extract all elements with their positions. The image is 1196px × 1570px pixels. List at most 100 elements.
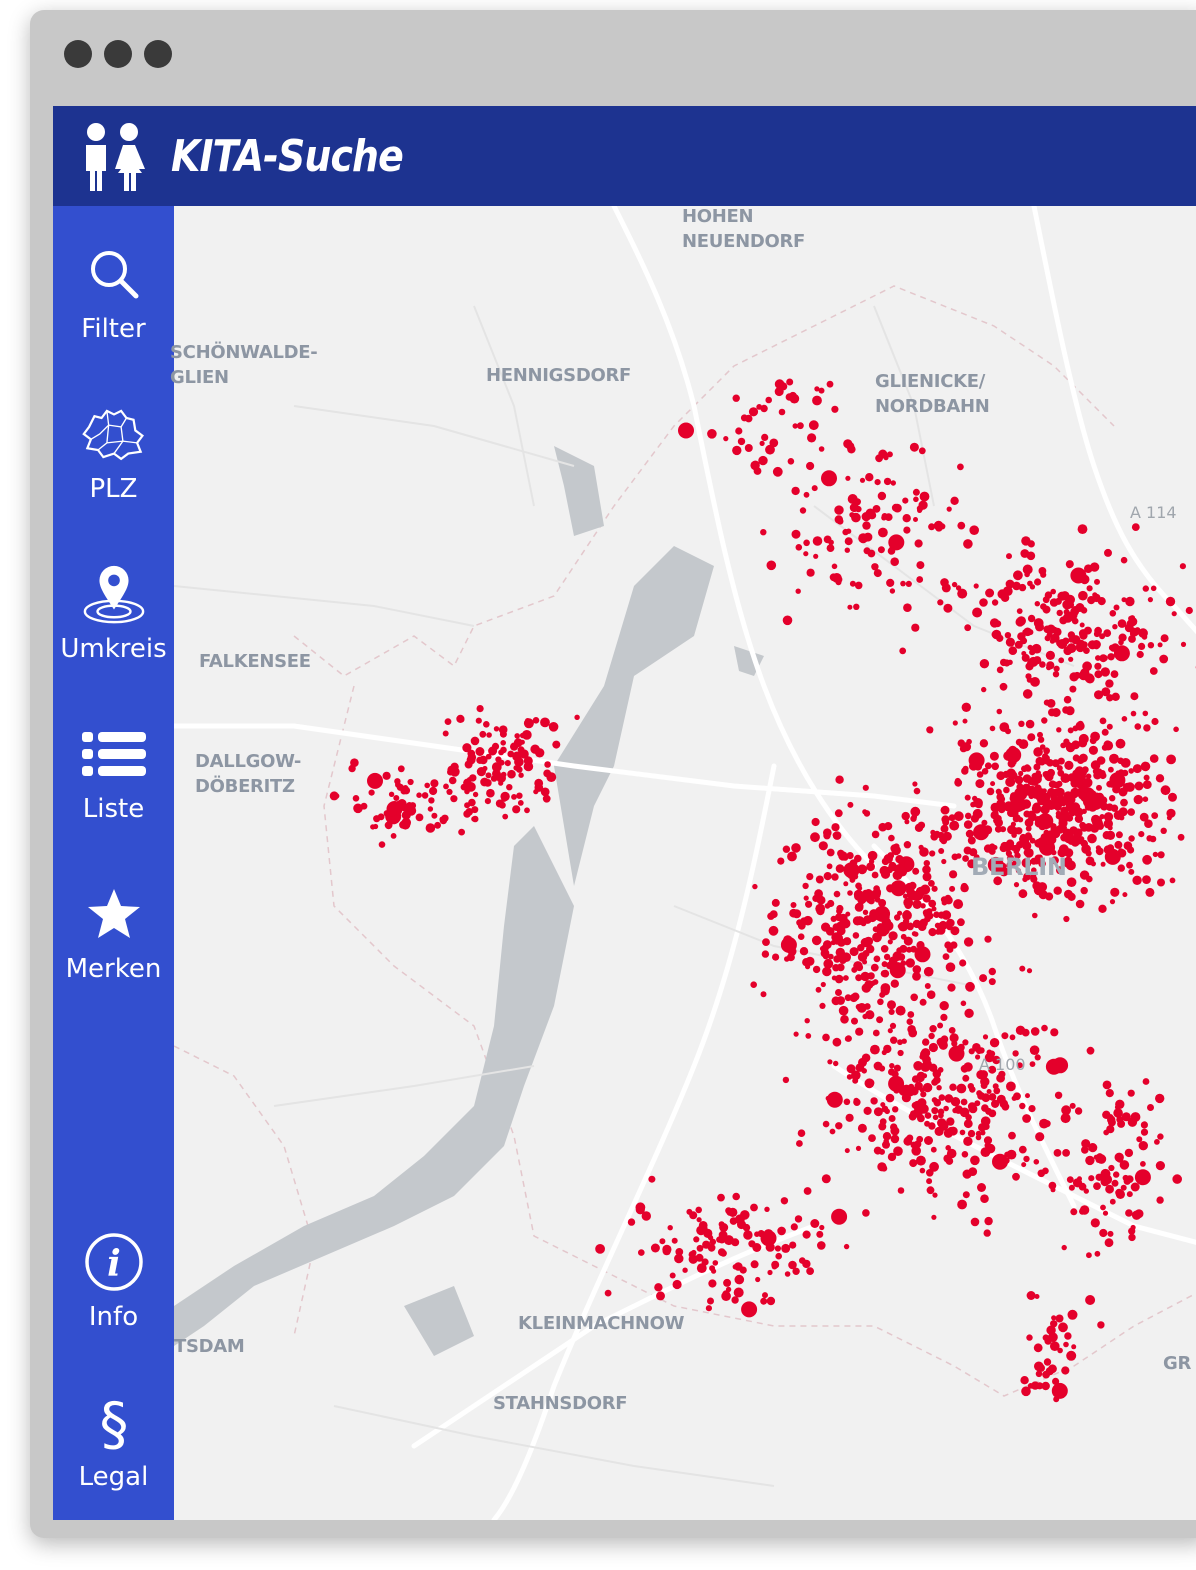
kita-marker[interactable]: [982, 1123, 990, 1130]
kita-marker[interactable]: [1045, 650, 1055, 660]
kita-marker[interactable]: [1143, 724, 1151, 732]
kita-marker[interactable]: [820, 981, 826, 988]
kita-marker[interactable]: [913, 931, 919, 937]
sidebar-item-plz[interactable]: PLZ: [53, 402, 174, 504]
kita-marker[interactable]: [911, 1102, 919, 1109]
kita-marker[interactable]: [799, 507, 807, 514]
kita-marker[interactable]: [524, 807, 530, 814]
kita-marker[interactable]: [1080, 886, 1088, 895]
kita-marker[interactable]: [333, 793, 340, 799]
kita-marker[interactable]: [962, 1191, 970, 1199]
kita-marker[interactable]: [1043, 699, 1050, 706]
kita-marker[interactable]: [1078, 590, 1088, 601]
kita-marker[interactable]: [1026, 551, 1036, 561]
kita-marker[interactable]: [802, 882, 809, 890]
kita-marker[interactable]: [930, 829, 936, 836]
kita-marker[interactable]: [862, 959, 868, 965]
kita-marker[interactable]: [1085, 850, 1092, 857]
kita-marker[interactable]: [1041, 1024, 1048, 1032]
kita-marker[interactable]: [1031, 804, 1042, 814]
kita-marker[interactable]: [805, 900, 813, 908]
kita-marker[interactable]: [732, 394, 740, 402]
kita-marker[interactable]: [963, 539, 973, 549]
kita-marker[interactable]: [1113, 1171, 1120, 1178]
kita-marker[interactable]: [1138, 642, 1146, 650]
kita-marker[interactable]: [970, 1217, 980, 1227]
kita-marker[interactable]: [1044, 635, 1051, 642]
kita-marker[interactable]: [1035, 622, 1044, 632]
kita-marker[interactable]: [1075, 721, 1085, 731]
kita-marker[interactable]: [859, 477, 866, 483]
kita-marker[interactable]: [431, 812, 438, 819]
kita-marker[interactable]: [1056, 609, 1063, 617]
kita-marker[interactable]: [498, 759, 505, 766]
kita-marker[interactable]: [939, 836, 946, 843]
kita-marker[interactable]: [852, 873, 859, 880]
kita-marker[interactable]: [893, 1064, 901, 1072]
kita-marker[interactable]: [1019, 1102, 1026, 1110]
kita-marker[interactable]: [933, 520, 944, 531]
sidebar-item-info[interactable]: i Info: [53, 1230, 174, 1332]
kita-marker[interactable]: [1069, 1102, 1076, 1109]
kita-marker[interactable]: [732, 445, 742, 456]
kita-marker[interactable]: [822, 966, 832, 977]
kita-marker[interactable]: [909, 442, 919, 452]
kita-marker[interactable]: [815, 986, 822, 993]
kita-marker[interactable]: [1134, 629, 1140, 635]
kita-marker[interactable]: [470, 736, 480, 746]
kita-marker[interactable]: [964, 812, 972, 820]
kita-marker[interactable]: [1064, 834, 1074, 844]
kita-marker[interactable]: [1003, 659, 1011, 667]
kita-marker[interactable]: [1160, 785, 1171, 796]
kita-marker[interactable]: [870, 1097, 878, 1105]
kita-marker[interactable]: [892, 1106, 899, 1113]
kita-marker[interactable]: [635, 1202, 646, 1213]
window-dot-maximize[interactable]: [144, 40, 172, 68]
kita-marker[interactable]: [886, 866, 894, 874]
kita-marker[interactable]: [963, 1119, 973, 1129]
kita-marker[interactable]: [1105, 1089, 1114, 1098]
kita-marker[interactable]: [444, 718, 452, 725]
kita-marker[interactable]: [760, 404, 768, 413]
kita-marker[interactable]: [696, 1225, 706, 1236]
kita-marker[interactable]: [961, 702, 971, 712]
kita-marker[interactable]: [1085, 1155, 1095, 1166]
kita-marker[interactable]: [1096, 784, 1102, 791]
kita-marker[interactable]: [851, 992, 860, 1001]
kita-marker[interactable]: [1019, 965, 1026, 972]
kita-marker[interactable]: [913, 1061, 923, 1071]
kita-marker[interactable]: [543, 769, 552, 778]
kita-marker[interactable]: [744, 414, 753, 423]
kita-marker[interactable]: [675, 1248, 684, 1256]
kita-marker[interactable]: [1117, 864, 1125, 872]
kita-marker[interactable]: [890, 880, 907, 897]
kita-marker[interactable]: [1034, 578, 1042, 586]
kita-marker[interactable]: [504, 760, 511, 767]
kita-marker[interactable]: [821, 922, 831, 932]
kita-marker[interactable]: [771, 1260, 780, 1269]
kita-marker[interactable]: [836, 904, 844, 913]
kita-marker[interactable]: [819, 1224, 825, 1231]
kita-marker[interactable]: [1102, 1210, 1109, 1216]
kita-marker[interactable]: [682, 1267, 688, 1273]
kita-marker[interactable]: [1149, 835, 1157, 843]
kita-marker[interactable]: [1050, 588, 1056, 595]
kita-marker[interactable]: [989, 618, 1000, 628]
kita-marker[interactable]: [1093, 630, 1101, 638]
kita-marker[interactable]: [1067, 601, 1075, 609]
kita-marker[interactable]: [887, 547, 896, 555]
kita-marker[interactable]: [1126, 1191, 1133, 1198]
kita-marker[interactable]: [506, 784, 513, 791]
kita-marker[interactable]: [948, 814, 956, 822]
kita-marker[interactable]: [1000, 593, 1010, 602]
kita-marker[interactable]: [1065, 860, 1076, 871]
kita-marker[interactable]: [877, 491, 887, 501]
kita-marker[interactable]: [1052, 1057, 1069, 1074]
kita-marker[interactable]: [1100, 861, 1106, 867]
kita-marker[interactable]: [887, 1028, 893, 1034]
kita-marker[interactable]: [926, 1178, 933, 1185]
kita-marker[interactable]: [932, 1192, 938, 1198]
kita-marker[interactable]: [871, 871, 879, 879]
kita-marker[interactable]: [834, 505, 844, 515]
kita-marker[interactable]: [378, 841, 386, 848]
